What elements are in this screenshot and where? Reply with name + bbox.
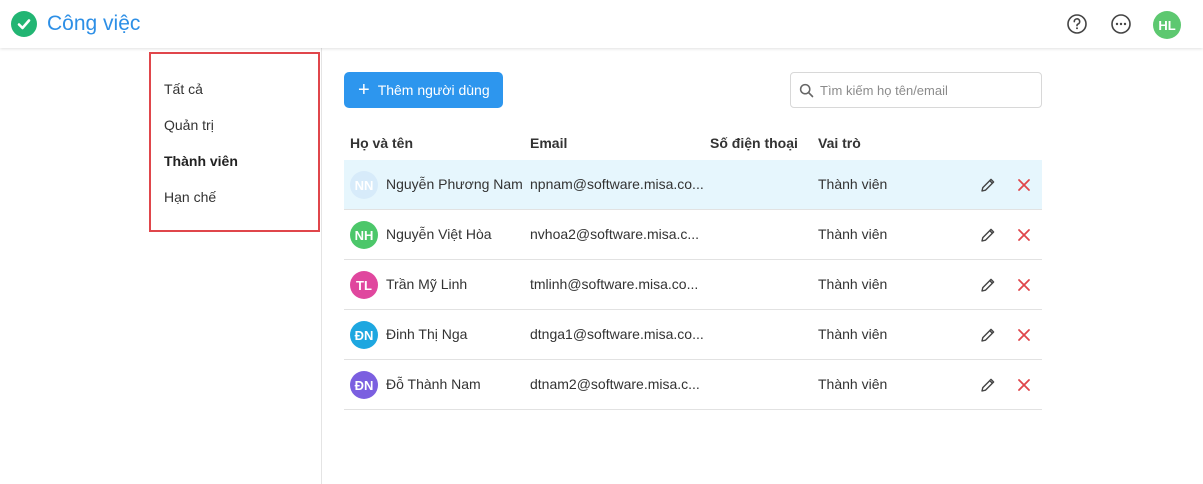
- row-role: Thành viên: [818, 176, 888, 192]
- table-row[interactable]: ĐN Đinh Thị Nga dtnga1@software.misa.co.…: [344, 310, 1042, 360]
- pencil-icon[interactable]: [978, 275, 998, 295]
- table-row[interactable]: TL Trần Mỹ Linh tmlinh@software.misa.co.…: [344, 260, 1042, 310]
- pencil-icon[interactable]: [978, 225, 998, 245]
- filter-restricted[interactable]: Hạn chế: [164, 188, 216, 206]
- pencil-icon[interactable]: [978, 175, 998, 195]
- question-circle-icon[interactable]: [1066, 13, 1088, 35]
- user-avatar[interactable]: HL: [1153, 11, 1181, 39]
- top-header: Công việc HL: [0, 0, 1203, 48]
- row-role: Thành viên: [818, 326, 888, 342]
- avatar: NH: [350, 221, 378, 249]
- more-horizontal-icon[interactable]: [1110, 13, 1132, 35]
- app-title[interactable]: Công việc: [47, 11, 140, 37]
- filter-all[interactable]: Tất cả: [164, 80, 203, 98]
- check-circle-icon: [11, 11, 37, 37]
- close-icon[interactable]: [1014, 375, 1034, 395]
- table-row[interactable]: NH Nguyễn Việt Hòa nvhoa2@software.misa.…: [344, 210, 1042, 260]
- row-name: Trần Mỹ Linh: [386, 276, 468, 292]
- row-name: Nguyễn Phương Nam: [386, 176, 523, 192]
- row-name: Nguyễn Việt Hòa: [386, 226, 492, 242]
- avatar: TL: [350, 271, 378, 299]
- close-icon[interactable]: [1014, 175, 1034, 195]
- column-header-phone: Số điện thoại: [710, 135, 798, 151]
- row-role: Thành viên: [818, 376, 888, 392]
- avatar: ĐN: [350, 321, 378, 349]
- search-icon: [799, 83, 814, 98]
- row-email: nvhoa2@software.misa.c...: [530, 226, 700, 242]
- column-header-email: Email: [530, 135, 568, 151]
- row-email: tmlinh@software.misa.co...: [530, 276, 699, 292]
- close-icon[interactable]: [1014, 325, 1034, 345]
- row-name: Đỗ Thành Nam: [386, 376, 481, 392]
- add-user-button[interactable]: + Thêm người dùng: [344, 72, 503, 108]
- search-box[interactable]: [790, 72, 1042, 108]
- plus-icon: +: [358, 79, 370, 101]
- row-email: npnam@software.misa.co...: [530, 176, 704, 192]
- close-icon[interactable]: [1014, 275, 1034, 295]
- row-role: Thành viên: [818, 226, 888, 242]
- table-row[interactable]: ĐN Đỗ Thành Nam dtnam2@software.misa.c..…: [344, 360, 1042, 410]
- pencil-icon[interactable]: [978, 325, 998, 345]
- table-row[interactable]: NN Nguyễn Phương Nam npnam@software.misa…: [344, 160, 1042, 210]
- row-name: Đinh Thị Nga: [386, 326, 468, 342]
- row-email: dtnam2@software.misa.c...: [530, 376, 700, 392]
- filter-admin[interactable]: Quản trị: [164, 116, 214, 134]
- column-header-name: Họ và tên: [350, 135, 414, 151]
- search-input[interactable]: [820, 82, 1030, 98]
- avatar: ĐN: [350, 371, 378, 399]
- add-user-label: Thêm người dùng: [377, 82, 490, 98]
- pencil-icon[interactable]: [978, 375, 998, 395]
- close-icon[interactable]: [1014, 225, 1034, 245]
- filter-member[interactable]: Thành viên: [164, 152, 238, 170]
- row-role: Thành viên: [818, 276, 888, 292]
- column-header-role: Vai trò: [818, 135, 861, 151]
- avatar: NN: [350, 171, 378, 199]
- row-email: dtnga1@software.misa.co...: [530, 326, 704, 342]
